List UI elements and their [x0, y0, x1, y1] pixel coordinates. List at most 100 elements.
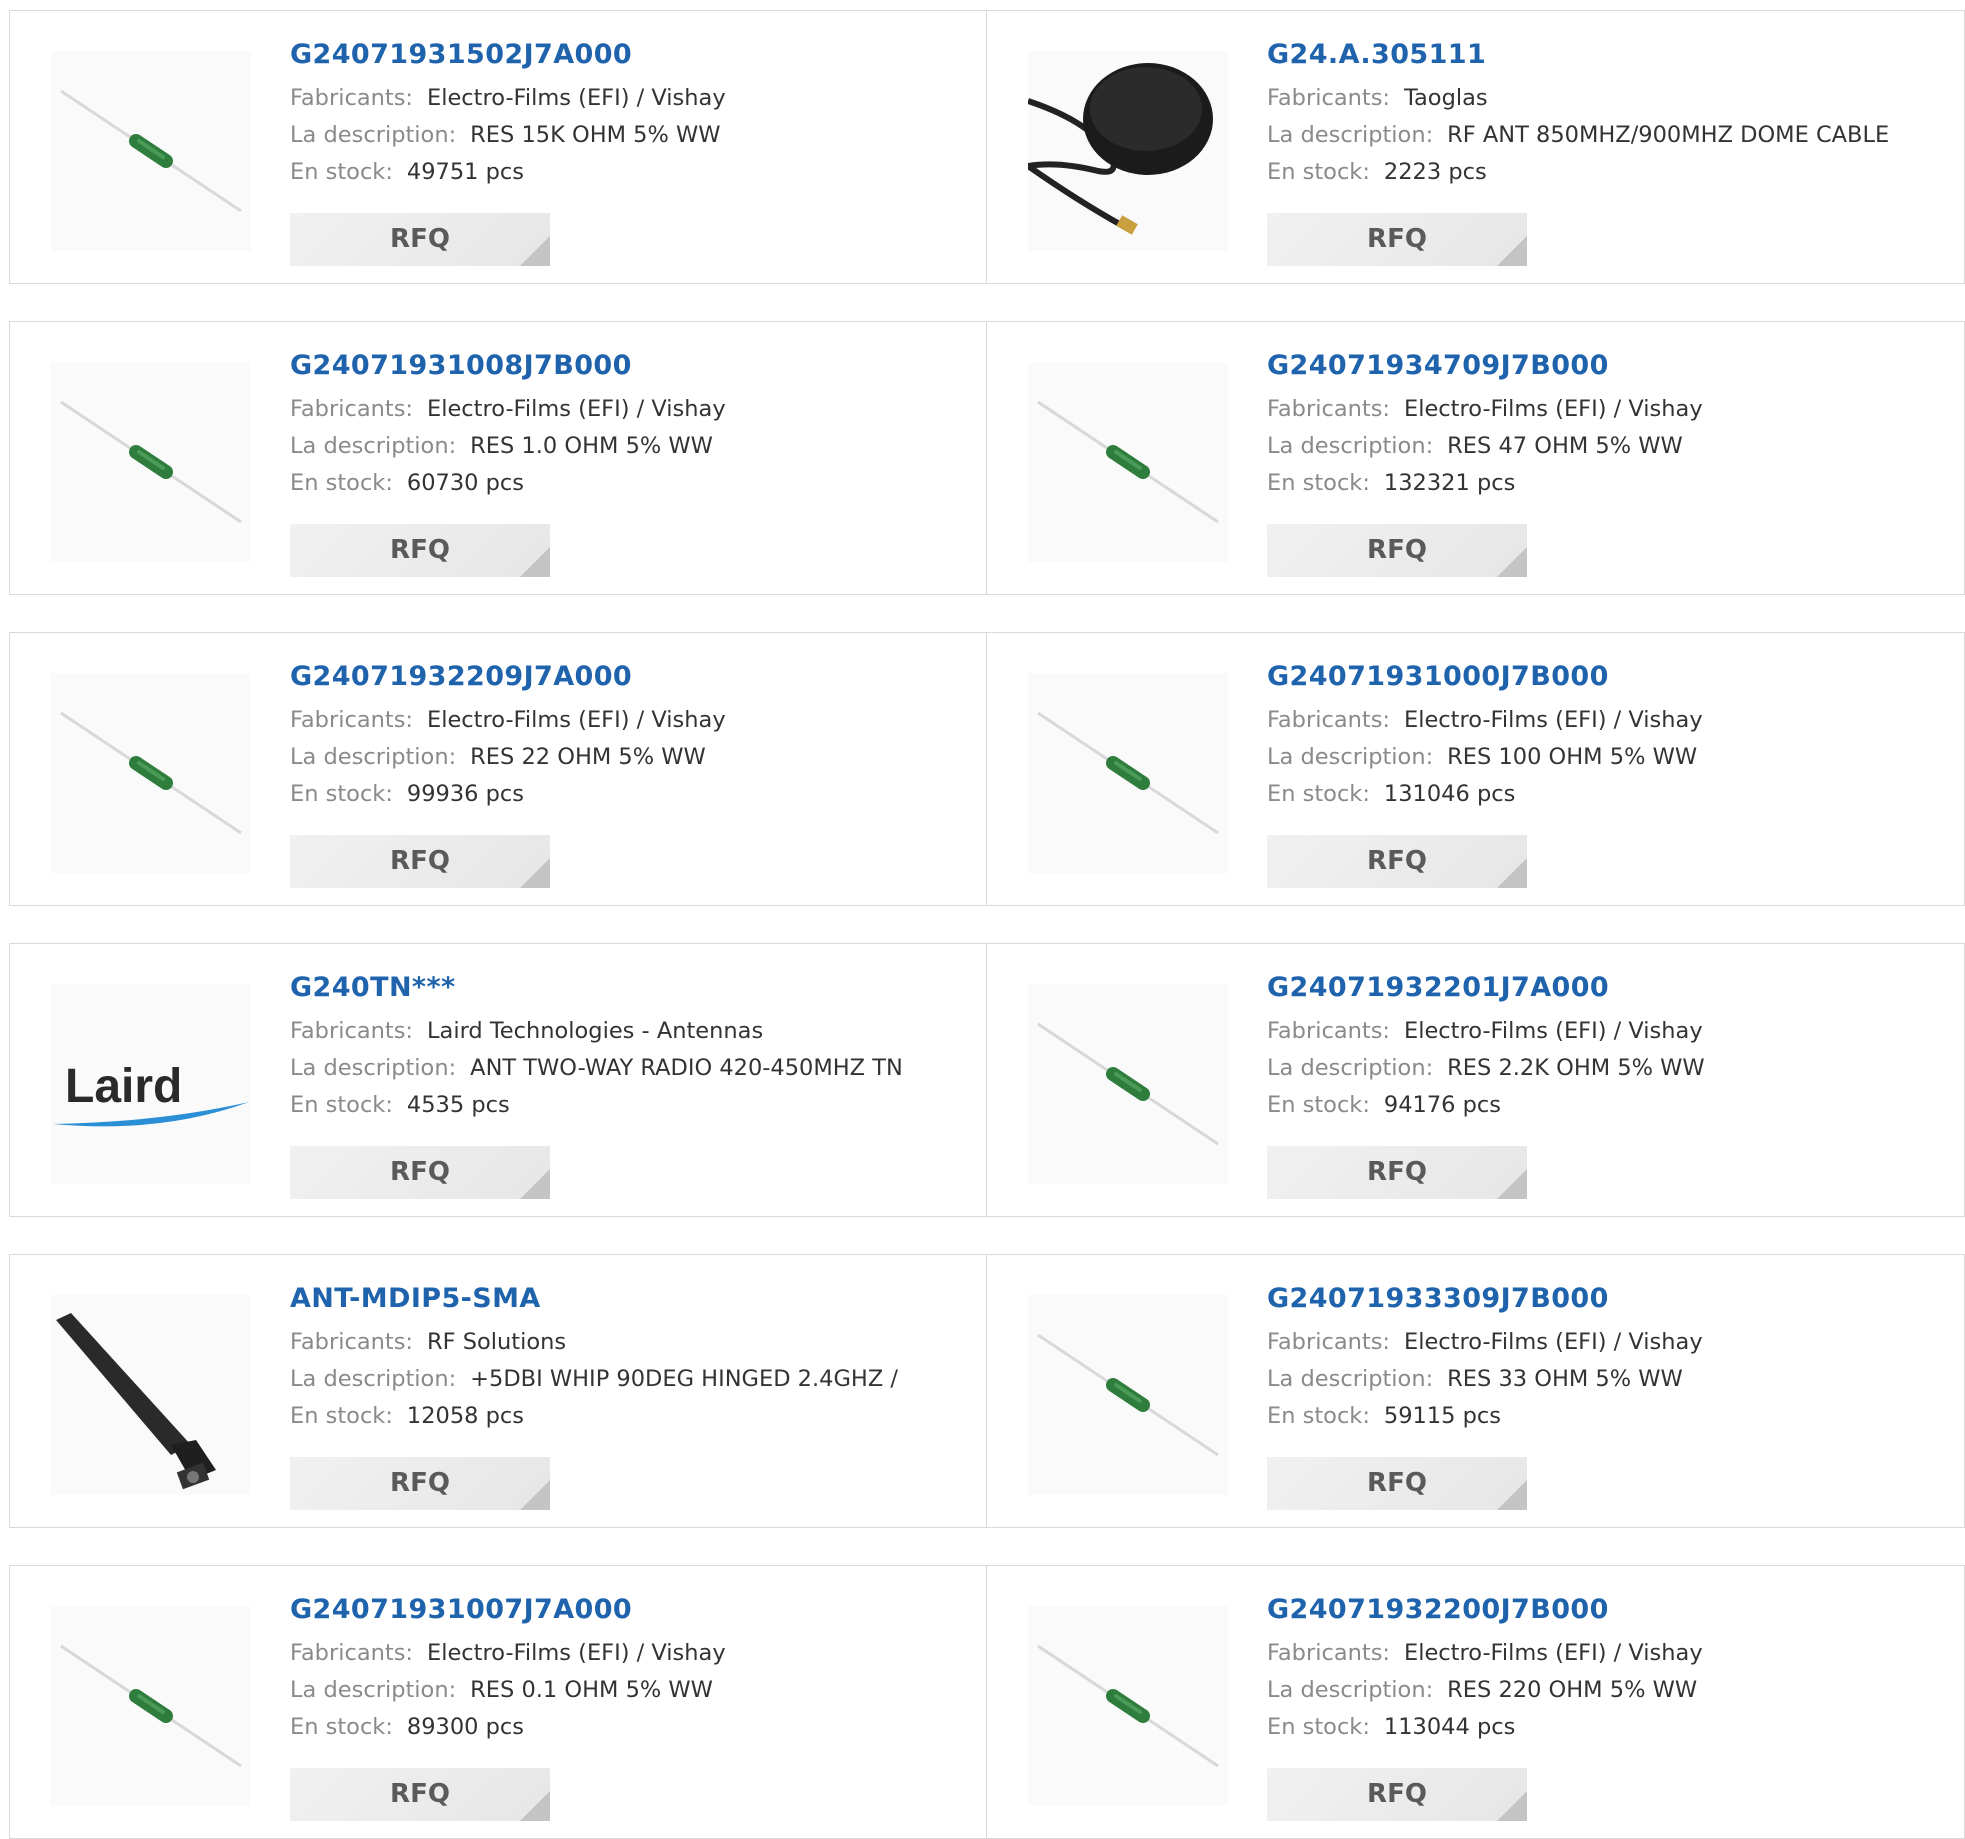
stock-value: 131046 pcs	[1383, 781, 1516, 807]
manufacturer-value: Electro-Films (EFI) / Vishay	[1404, 707, 1703, 733]
resistor-image[interactable]	[51, 673, 251, 873]
rfq-button[interactable]: RFQ	[290, 1457, 550, 1510]
description-value: RES 2.2K OHM 5% WW	[1447, 1055, 1705, 1081]
stock-value: 2223 pcs	[1383, 159, 1487, 185]
manufacturer-line: Fabricants: Laird Technologies - Antennas	[290, 1013, 976, 1050]
rfq-button[interactable]: RFQ	[290, 835, 550, 888]
part-number-link[interactable]: G24071931007J7A000	[290, 1594, 632, 1625]
part-number-link[interactable]: G24071932200J7B000	[1267, 1594, 1609, 1625]
whip-antenna-image[interactable]	[51, 1295, 251, 1495]
rfq-label: RFQ	[390, 224, 450, 254]
part-number-link[interactable]: G24071931000J7B000	[1267, 661, 1609, 692]
part-number-link[interactable]: G24071931502J7A000	[290, 39, 632, 70]
stock-label: En stock:	[290, 1092, 393, 1118]
resistor-image[interactable]	[51, 51, 251, 251]
rfq-button[interactable]: RFQ	[1267, 1768, 1527, 1821]
rfq-label: RFQ	[1367, 535, 1427, 565]
corner-triangle-icon	[520, 1791, 550, 1821]
manufacturer-label: Fabricants:	[290, 396, 413, 422]
rfq-label: RFQ	[390, 535, 450, 565]
stock-value: 60730 pcs	[406, 470, 525, 496]
resistor-image[interactable]	[51, 362, 251, 562]
dome-antenna-image[interactable]	[1028, 51, 1228, 251]
stock-label: En stock:	[290, 1714, 393, 1740]
laird-logo[interactable]: Laird	[51, 984, 251, 1184]
rfq-button[interactable]: RFQ	[1267, 524, 1527, 577]
rfq-button[interactable]: RFQ	[1267, 213, 1527, 266]
product-info: G24071932209J7A000 Fabricants: Electro-Fil…	[290, 661, 976, 813]
manufacturer-line: Fabricants: RF Solutions	[290, 1324, 976, 1361]
rfq-button[interactable]: RFQ	[290, 1768, 550, 1821]
stock-label: En stock:	[290, 1403, 393, 1429]
stock-line: En stock: 49751 pcs	[290, 154, 976, 191]
resistor-image[interactable]	[1028, 1606, 1228, 1806]
description-label: La description:	[1267, 122, 1434, 148]
rfq-button[interactable]: RFQ	[1267, 1146, 1527, 1199]
stock-line: En stock: 60730 pcs	[290, 465, 976, 502]
stock-line: En stock: 131046 pcs	[1267, 776, 1954, 813]
rfq-button[interactable]: RFQ	[1267, 835, 1527, 888]
stock-label: En stock:	[290, 781, 393, 807]
manufacturer-label: Fabricants:	[1267, 85, 1390, 111]
description-line: La description: RES 0.1 OHM 5% WW	[290, 1672, 976, 1709]
corner-triangle-icon	[520, 547, 550, 577]
part-number-link[interactable]: ANT-MDIP5-SMA	[290, 1283, 541, 1314]
description-line: La description: +5DBI WHIP 90DEG HINGED 2…	[290, 1361, 976, 1398]
manufacturer-line: Fabricants: Electro-Films (EFI) / Vishay	[290, 391, 976, 428]
part-number-link[interactable]: G24071931008J7B000	[290, 350, 632, 381]
resistor-image[interactable]	[1028, 362, 1228, 562]
product-info: G24071931502J7A000 Fabricants: Electro-Fil…	[290, 39, 976, 191]
description-value: RES 47 OHM 5% WW	[1447, 433, 1683, 459]
corner-triangle-icon	[520, 1169, 550, 1199]
part-number-link[interactable]: G24071933309J7B000	[1267, 1283, 1609, 1314]
description-value: RF ANT 850MHZ/900MHZ DOME CABLE	[1447, 122, 1890, 148]
rfq-button[interactable]: RFQ	[290, 1146, 550, 1199]
description-label: La description:	[1267, 1366, 1434, 1392]
description-label: La description:	[1267, 1055, 1434, 1081]
description-label: La description:	[290, 433, 457, 459]
manufacturer-label: Fabricants:	[290, 85, 413, 111]
rfq-label: RFQ	[1367, 1157, 1427, 1187]
resistor-image[interactable]	[51, 1606, 251, 1806]
description-line: La description: RES 100 OHM 5% WW	[1267, 739, 1954, 776]
part-number-link[interactable]: G240TN***	[290, 972, 456, 1003]
stock-value: 49751 pcs	[406, 159, 525, 185]
part-number-link[interactable]: G24071932209J7A000	[290, 661, 632, 692]
product-row: ANT-MDIP5-SMA Fabricants: RF Solutions La d…	[9, 1254, 1965, 1528]
description-value: RES 0.1 OHM 5% WW	[470, 1677, 713, 1703]
corner-triangle-icon	[1497, 1791, 1527, 1821]
rfq-button[interactable]: RFQ	[290, 213, 550, 266]
resistor-image[interactable]	[1028, 673, 1228, 873]
rfq-label: RFQ	[390, 846, 450, 876]
resistor-image[interactable]	[1028, 984, 1228, 1184]
rfq-label: RFQ	[390, 1468, 450, 1498]
manufacturer-label: Fabricants:	[290, 1018, 413, 1044]
laird-logo-text: Laird	[65, 1060, 182, 1113]
stock-label: En stock:	[1267, 159, 1370, 185]
part-number-link[interactable]: G24071934709J7B000	[1267, 350, 1609, 381]
manufacturer-label: Fabricants:	[290, 1640, 413, 1666]
product-card: Laird G240TN*** Fabricants: Laird Technolog…	[9, 943, 987, 1217]
description-value: RES 22 OHM 5% WW	[470, 744, 706, 770]
product-card: G24071932201J7A000 Fabricants: Electro-Fil…	[987, 943, 1965, 1217]
rfq-button[interactable]: RFQ	[290, 524, 550, 577]
product-info: G24071932200J7B000 Fabricants: Electro-Fil…	[1267, 1594, 1954, 1746]
manufacturer-line: Fabricants: Electro-Films (EFI) / Vishay	[290, 1635, 976, 1672]
rfq-button[interactable]: RFQ	[1267, 1457, 1527, 1510]
manufacturer-line: Fabricants: Electro-Films (EFI) / Vishay	[1267, 1324, 1954, 1361]
rfq-label: RFQ	[1367, 846, 1427, 876]
corner-triangle-icon	[520, 236, 550, 266]
stock-line: En stock: 113044 pcs	[1267, 1709, 1954, 1746]
stock-value: 113044 pcs	[1383, 1714, 1516, 1740]
stock-value: 4535 pcs	[406, 1092, 510, 1118]
part-number-link[interactable]: G24071932201J7A000	[1267, 972, 1609, 1003]
resistor-image[interactable]	[1028, 1295, 1228, 1495]
product-card: ANT-MDIP5-SMA Fabricants: RF Solutions La d…	[9, 1254, 987, 1528]
part-number-link[interactable]: G24.A.305111	[1267, 39, 1486, 70]
stock-value: 89300 pcs	[406, 1714, 525, 1740]
product-card: G24071933309J7B000 Fabricants: Electro-Fil…	[987, 1254, 1965, 1528]
product-row: G24071931008J7B000 Fabricants: Electro-Fil…	[9, 321, 1965, 595]
stock-value: 12058 pcs	[406, 1403, 525, 1429]
manufacturer-label: Fabricants:	[290, 1329, 413, 1355]
corner-triangle-icon	[1497, 1169, 1527, 1199]
